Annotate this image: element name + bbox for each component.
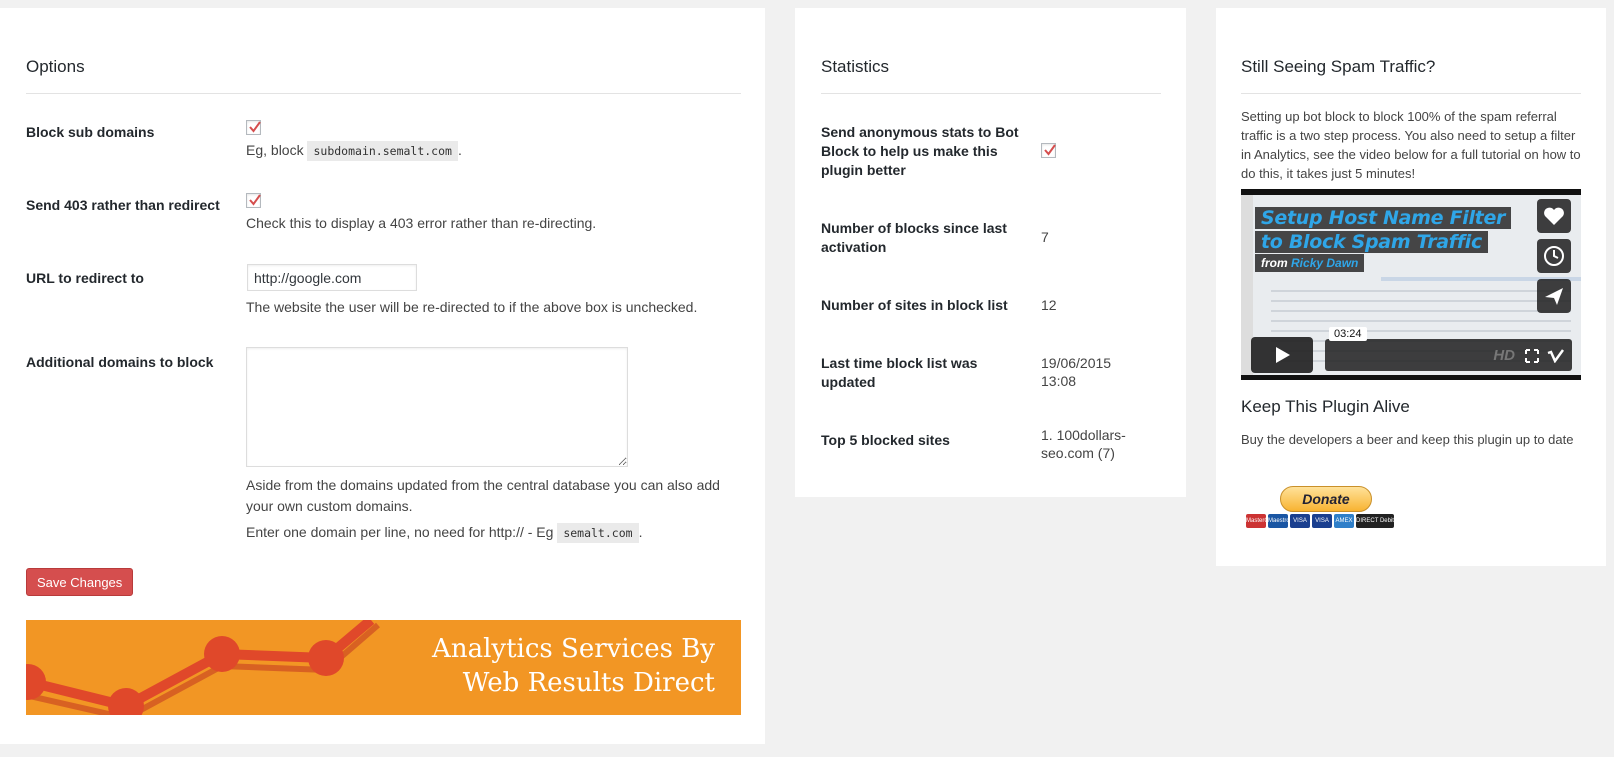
fullscreen-icon[interactable]: [1525, 349, 1539, 363]
additional-domains-textarea[interactable]: [246, 347, 628, 467]
block-subdomains-label: Block sub domains: [26, 124, 155, 140]
share-button[interactable]: [1537, 279, 1571, 313]
spam-panel: Still Seeing Spam Traffic? Setting up bo…: [1216, 8, 1606, 566]
video-player[interactable]: Setup Host Name Filter to Block Spam Tra…: [1241, 189, 1581, 380]
heart-icon: [1544, 207, 1564, 225]
statistics-panel: Statistics Send anonymous stats to Bot B…: [795, 8, 1186, 497]
card-logo: DIRECT Debit: [1356, 514, 1394, 528]
paper-plane-icon: [1545, 288, 1563, 305]
block-subdomains-desc: Eg, block subdomain.semalt.com.: [246, 140, 462, 162]
redirect-url-input[interactable]: [247, 264, 417, 291]
redirect-url-label: URL to redirect to: [26, 270, 144, 286]
card-logo: MasterCard: [1246, 514, 1277, 528]
block-subdomains-checkbox[interactable]: [246, 120, 261, 135]
additional-domains-desc-2: Enter one domain per line, no need for h…: [246, 522, 642, 544]
anonymous-stats-label: Send anonymous stats to Bot Block to hel…: [821, 124, 1019, 178]
hd-label[interactable]: HD: [1493, 347, 1515, 364]
top-blocked-value: 1. 100dollars-seo.com (7): [1041, 427, 1126, 461]
like-button[interactable]: [1537, 199, 1571, 233]
watch-later-button[interactable]: [1537, 239, 1571, 273]
vimeo-icon[interactable]: [1547, 349, 1565, 363]
options-title: Options: [26, 57, 85, 76]
send-403-desc: Check this to display a 403 error rather…: [246, 215, 597, 231]
additional-domains-desc: Aside from the domains updated from the …: [246, 477, 720, 514]
last-updated-label: Last time block list was updated: [821, 355, 978, 390]
options-panel: Options Block sub domains Eg, block subd…: [0, 8, 765, 744]
spam-title: Still Seeing Spam Traffic?: [1241, 57, 1436, 76]
sites-in-list-label: Number of sites in block list: [821, 297, 1008, 313]
code-snippet: semalt.com: [557, 523, 639, 543]
send-403-checkbox[interactable]: [246, 193, 261, 208]
card-logo: VISA: [1312, 514, 1332, 528]
card-logo: Maestro: [1268, 514, 1290, 528]
clock-icon: [1544, 246, 1564, 266]
video-duration: 03:24: [1329, 327, 1367, 341]
keep-alive-text: Buy the developers a beer and keep this …: [1241, 432, 1574, 447]
banner-text: Analytics Services By Web Results Direct: [432, 634, 715, 698]
send-403-label: Send 403 rather than redirect: [26, 197, 220, 213]
donate-button[interactable]: Donate: [1280, 486, 1372, 512]
video-title-line2: to Block Spam Traffic: [1255, 231, 1488, 253]
play-icon: [1276, 347, 1290, 363]
divider: [1241, 93, 1581, 94]
sites-in-list-value: 12: [1041, 297, 1057, 313]
checkmark-icon: [249, 121, 261, 133]
code-snippet: subdomain.semalt.com: [307, 141, 458, 161]
statistics-title: Statistics: [821, 57, 890, 76]
checkmark-icon: [1044, 144, 1056, 156]
blocks-since-activation-value: 7: [1041, 229, 1049, 245]
video-title-line1: Setup Host Name Filter: [1255, 207, 1512, 229]
analytics-banner[interactable]: Analytics Services By Web Results Direct: [26, 620, 741, 715]
redirect-url-desc: The website the user will be re-directed…: [246, 299, 698, 315]
top-blocked-label: Top 5 blocked sites: [821, 432, 950, 448]
payment-cards: MasterCard Maestro VISA VISA AMEX DIRECT…: [1246, 514, 1394, 530]
divider: [821, 93, 1161, 94]
save-changes-button[interactable]: Save Changes: [26, 568, 134, 596]
spam-description: Setting up bot block to block 100% of th…: [1241, 109, 1581, 181]
card-logo: VISA: [1290, 514, 1310, 528]
checkmark-icon: [249, 194, 261, 206]
last-updated-value: 19/06/2015 13:08: [1041, 355, 1112, 389]
anonymous-stats-checkbox[interactable]: [1041, 143, 1056, 158]
blocks-since-activation-label: Number of blocks since last activation: [821, 220, 1007, 255]
additional-domains-label: Additional domains to block: [26, 354, 214, 370]
card-logo: AMEX: [1334, 514, 1354, 528]
video-byline: from Ricky Dawn: [1255, 254, 1365, 272]
divider: [26, 93, 741, 94]
play-button[interactable]: [1251, 337, 1313, 373]
keep-alive-title: Keep This Plugin Alive: [1241, 397, 1410, 416]
